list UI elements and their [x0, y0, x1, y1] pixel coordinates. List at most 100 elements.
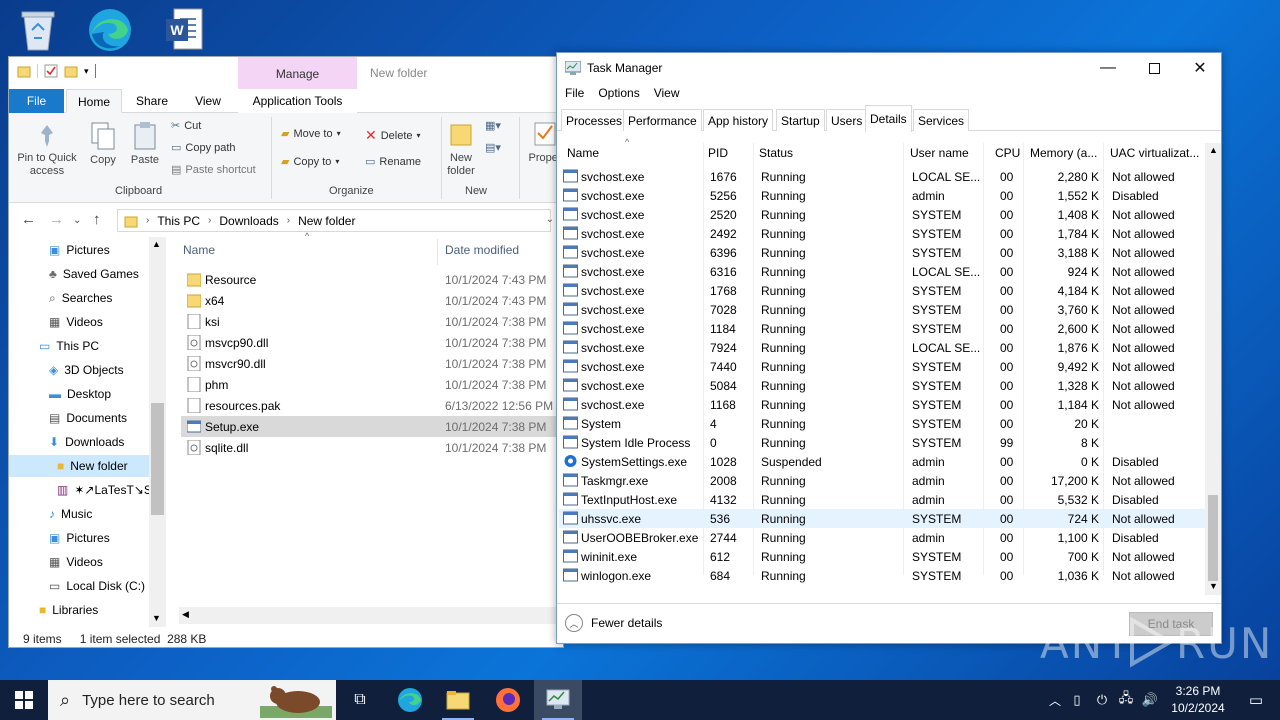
- nav-pictures[interactable]: ▣ Pictures: [49, 239, 110, 261]
- breadcrumb-new-folder[interactable]: New folder: [298, 214, 355, 228]
- task-view-button[interactable]: ⧉: [336, 680, 384, 720]
- process-row[interactable]: SystemSettings.exe 1028 Suspended admin 00 0 …: [559, 452, 1205, 471]
- copy-to-button[interactable]: ▰ Copy to ▾: [281, 155, 339, 169]
- clock[interactable]: 3:26 PM 10/2/2024: [1160, 683, 1236, 717]
- process-row[interactable]: wininit.exe 612 Running SYSTEM 00 700 K Not al…: [559, 547, 1205, 566]
- nav-local-disk[interactable]: ▭ Local Disk (C:): [49, 575, 145, 597]
- process-row[interactable]: svchost.exe 2520 Running SYSTEM 00 1,408 K Not…: [559, 205, 1205, 224]
- minimize-button[interactable]: —: [1085, 53, 1131, 83]
- file-row[interactable]: x64 10/1/2024 7:43 PM: [181, 290, 563, 311]
- tab-services[interactable]: Services: [913, 109, 970, 131]
- scroll-down-icon[interactable]: ▼: [1209, 581, 1218, 591]
- rename-button[interactable]: ▭ Rename: [365, 155, 421, 169]
- firefox-taskbar-button[interactable]: [484, 680, 532, 720]
- process-row[interactable]: svchost.exe 2492 Running SYSTEM 00 1,784 K Not…: [559, 224, 1205, 243]
- column-cpu[interactable]: CPU: [995, 146, 1020, 160]
- scroll-up-icon[interactable]: ▲: [152, 239, 161, 249]
- column-user-name[interactable]: User name: [910, 146, 969, 160]
- chevron-up-icon[interactable]: ︿: [1046, 692, 1064, 709]
- nav-downloads[interactable]: ⬇ Downloads: [49, 431, 124, 453]
- details-scrollbar[interactable]: ▲ ▼: [1205, 143, 1221, 595]
- tab-startup[interactable]: Startup: [776, 109, 825, 131]
- fewer-details-button[interactable]: ︿ Fewer details: [565, 614, 662, 632]
- file-row-selected[interactable]: Setup.exe 10/1/2024 7:38 PM: [181, 416, 563, 437]
- edge-taskbar-button[interactable]: [386, 680, 434, 720]
- file-explorer-taskbar-button[interactable]: [434, 680, 482, 720]
- file-row[interactable]: resources.pak 6/13/2022 12:56 PM: [181, 395, 563, 416]
- nav-scroll-thumb[interactable]: [151, 403, 164, 515]
- start-button[interactable]: [0, 680, 48, 720]
- breadcrumb-this-pc[interactable]: This PC: [157, 214, 200, 228]
- recycle-bin-icon[interactable]: [14, 6, 62, 54]
- back-arrow-icon[interactable]: ←: [21, 211, 36, 228]
- tab-processes[interactable]: Processes: [561, 109, 628, 131]
- scroll-left-icon[interactable]: ◀: [182, 609, 189, 620]
- chevron-down-icon[interactable]: ▾: [84, 66, 89, 77]
- column-memory[interactable]: Memory (a...: [1030, 146, 1097, 160]
- file-row[interactable]: sqlite.dll 10/1/2024 7:38 PM: [181, 437, 563, 458]
- process-row[interactable]: TextInputHost.exe 4132 Running admin 00 5,532…: [559, 490, 1205, 509]
- breadcrumb-downloads[interactable]: Downloads: [219, 214, 278, 228]
- easy-access-button[interactable]: ▤▾: [485, 141, 501, 154]
- new-folder-icon[interactable]: [64, 64, 78, 78]
- process-row[interactable]: svchost.exe 7028 Running SYSTEM 00 3,760 K Not…: [559, 300, 1205, 319]
- nav-scrollbar[interactable]: ▲ ▼: [149, 237, 166, 627]
- process-row[interactable]: winlogon.exe 684 Running SYSTEM 00 1,036 K Not…: [559, 566, 1205, 585]
- nav-videos[interactable]: ▦ Videos: [49, 311, 103, 333]
- edge-desktop-icon[interactable]: [86, 6, 134, 54]
- file-row[interactable]: Resource 10/1/2024 7:43 PM: [181, 269, 563, 290]
- copy-path-button[interactable]: ▭ Copy path: [171, 141, 236, 155]
- word-document-icon[interactable]: W: [160, 6, 208, 54]
- process-row[interactable]: svchost.exe 6316 Running LOCAL SE... 00 924 K…: [559, 262, 1205, 281]
- nav-videos-2[interactable]: ▦ Videos: [49, 551, 103, 573]
- address-bar[interactable]: › This PC › Downloads › New folder ⌄: [117, 209, 554, 232]
- taskbar-search[interactable]: ⌕ Type here to search: [48, 680, 336, 720]
- maximize-button[interactable]: [1131, 53, 1177, 83]
- process-row[interactable]: svchost.exe 7440 Running SYSTEM 00 9,492 K Not…: [559, 357, 1205, 376]
- process-row[interactable]: svchost.exe 1768 Running SYSTEM 00 4,184 K Not…: [559, 281, 1205, 300]
- address-dropdown-icon[interactable]: ⌄: [546, 214, 554, 225]
- process-row[interactable]: svchost.exe 1676 Running LOCAL SE... 00 2,280…: [559, 167, 1205, 186]
- menu-options[interactable]: Options: [598, 86, 639, 100]
- process-row[interactable]: Taskmgr.exe 2008 Running admin 00 17,200 K Not…: [559, 471, 1205, 490]
- nav-this-pc[interactable]: ▭ This PC: [39, 335, 99, 357]
- process-row[interactable]: svchost.exe 6396 Running SYSTEM 00 3,188 K Not…: [559, 243, 1205, 262]
- nav-documents[interactable]: ▤ Documents: [49, 407, 127, 429]
- network-icon[interactable]: 🖧: [1114, 689, 1138, 711]
- process-row[interactable]: svchost.exe 1184 Running SYSTEM 00 2,600 K Not…: [559, 319, 1205, 338]
- tab-view[interactable]: View: [185, 89, 231, 113]
- tab-application-tools[interactable]: Application Tools: [238, 89, 357, 113]
- tab-share[interactable]: Share: [129, 89, 175, 113]
- menu-view[interactable]: View: [654, 86, 680, 100]
- task-manager-taskbar-button[interactable]: [534, 680, 582, 720]
- up-arrow-icon[interactable]: ↑: [93, 211, 101, 228]
- nav-searches[interactable]: ⌕ Searches: [49, 287, 112, 309]
- tab-performance[interactable]: Performance: [623, 109, 702, 131]
- properties-check-icon[interactable]: [44, 64, 58, 78]
- nav-desktop[interactable]: ▬ Desktop: [49, 383, 111, 405]
- column-date-modified[interactable]: Date modified: [445, 243, 519, 257]
- file-row[interactable]: msvcr90.dll 10/1/2024 7:38 PM: [181, 353, 563, 374]
- process-row[interactable]: svchost.exe 7924 Running LOCAL SE... 00 1,876…: [559, 338, 1205, 357]
- tab-details[interactable]: Details: [865, 105, 912, 132]
- process-row[interactable]: svchost.exe 5256 Running admin 00 1,552 K Disa…: [559, 186, 1205, 205]
- nav-archive[interactable]: ▥ ✶↗LaTesT↘S: [57, 479, 152, 501]
- paste-button[interactable]: Paste: [129, 121, 161, 166]
- close-button[interactable]: ✕: [1177, 53, 1223, 83]
- nav-new-folder[interactable]: ■ New folder: [9, 455, 149, 477]
- nav-pictures-2[interactable]: ▣ Pictures: [49, 527, 110, 549]
- process-row[interactable]: System Idle Process 0 Running SYSTEM 99 8 K: [559, 433, 1205, 452]
- nav-music[interactable]: ♪ Music: [49, 503, 92, 525]
- column-pid[interactable]: PID: [708, 146, 728, 160]
- volume-icon[interactable]: 🔊: [1138, 692, 1162, 708]
- tab-app-history[interactable]: App history: [703, 109, 774, 131]
- delete-button[interactable]: ✕ Delete ▾: [365, 127, 421, 144]
- move-to-button[interactable]: ▰ Move to ▾: [281, 127, 341, 141]
- power-icon[interactable]: ⏻: [1090, 692, 1114, 708]
- horizontal-scrollbar[interactable]: ◀: [179, 607, 563, 624]
- column-status[interactable]: Status: [759, 146, 793, 160]
- column-name[interactable]: Name: [183, 243, 215, 257]
- tab-users[interactable]: Users: [826, 109, 868, 131]
- tab-home[interactable]: Home: [66, 89, 122, 113]
- process-row[interactable]: svchost.exe 1168 Running SYSTEM 00 1,184 K Not…: [559, 395, 1205, 414]
